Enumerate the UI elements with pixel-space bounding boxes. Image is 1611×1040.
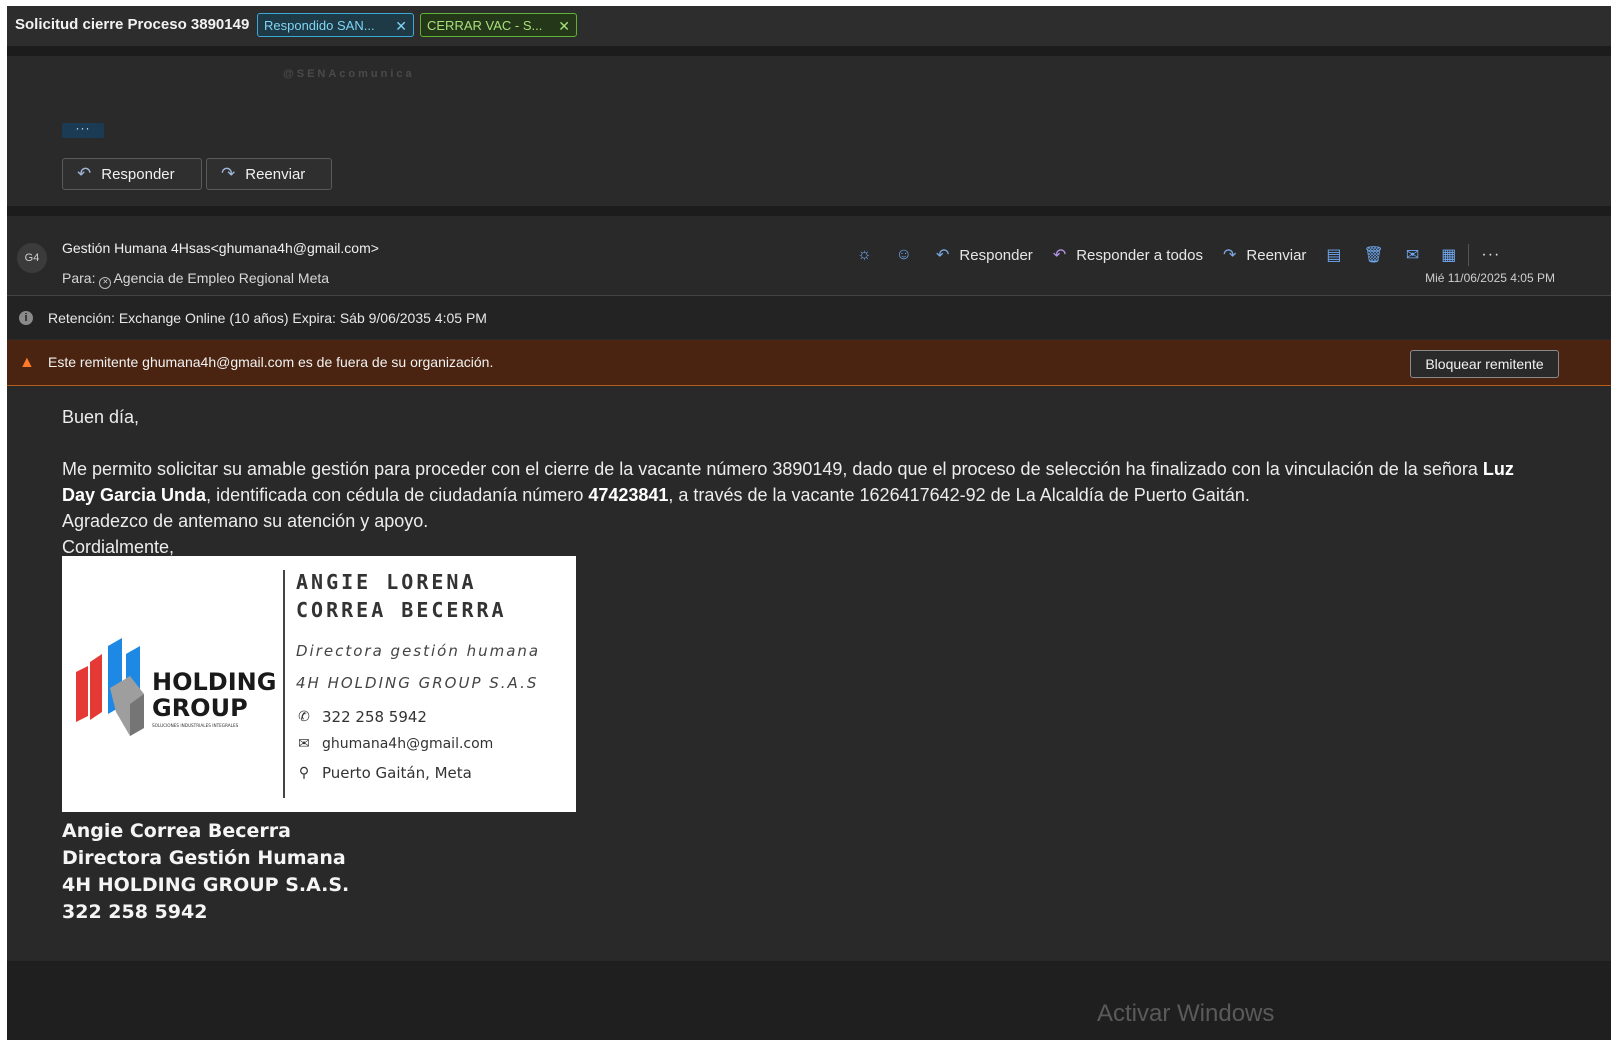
toolbar-reply-button[interactable]: ↶ Responder [936,245,1033,265]
email-subject: Solicitud cierre Proceso 3890149 [15,16,250,33]
email-reading-pane: Solicitud cierre Proceso 3890149 Respond… [7,6,1611,1040]
toolbar-divider [1468,244,1470,266]
message-date: Mié 11/06/2025 4:05 PM [1425,271,1555,285]
reply-button[interactable]: ↶ Responder [62,158,202,190]
svg-text:GROUP: GROUP [152,694,248,722]
block-sender-button[interactable]: Bloquear remitente [1410,350,1559,378]
reply-arrow-icon: ↶ [77,164,92,183]
card-phone-row: ✆ 322 258 5942 [296,708,427,726]
card-divider [283,570,285,798]
footer-area [7,961,1611,1040]
card-name-line: ANGIE LORENA [296,570,477,594]
forward-arrow-icon: ↷ [1222,247,1237,264]
signature-company: 4H HOLDING GROUP S.A.S. [62,874,350,896]
immersive-reader-icon[interactable]: ▤ [1326,245,1341,265]
recipient-name[interactable]: Agencia de Empleo Regional Meta [113,270,329,286]
card-name-line: CORREA BECERRA [296,598,507,622]
envelope-icon: ✉ [298,736,310,752]
mark-unread-icon[interactable]: ✉ [1406,245,1419,265]
category-tag-cerrar[interactable]: CERRAR VAC - S... ✕ [420,13,577,37]
signature-role: Directora Gestión Humana [62,847,346,869]
watermark-text: @SENAcomunica [283,68,415,80]
info-icon: i [19,311,33,325]
close-icon[interactable]: ✕ [395,14,407,38]
warning-icon: ▲ [19,354,35,371]
card-phone: 322 258 5942 [322,708,427,726]
close-icon[interactable]: ✕ [558,14,570,38]
card-location-row: ⚲ Puerto Gaitán, Meta [296,764,472,782]
toolbar-forward-label: Reenviar [1246,246,1307,264]
body-paragraph: Me permito solicitar su amable gestión p… [62,456,1542,560]
brightness-icon[interactable]: ☼ [857,246,872,264]
forward-label: Reenviar [245,165,306,183]
card-location: Puerto Gaitán, Meta [322,764,472,782]
more-actions-button[interactable]: ··· [1481,246,1500,264]
phone-icon: ✆ [298,709,310,725]
body-text-segment: , identificada con cédula de ciudadanía … [206,485,589,505]
svg-text:HOLDING: HOLDING [152,668,276,696]
svg-text:SOLUCIONES INDUSTRIALES INTEGR: SOLUCIONES INDUSTRIALES INTEGRALES [152,723,239,728]
toolbar-forward-button[interactable]: ↷ Reenviar [1223,245,1306,265]
delete-icon[interactable]: 🗑 [1364,245,1384,265]
warning-text: Este remitente ghumana4h@gmail.com es de… [48,354,494,370]
body-closing: Cordialmente, [62,537,175,557]
recipient-icon: ✕ [99,277,112,289]
apps-icon[interactable]: ▦ [1441,245,1456,265]
toolbar-reply-all-label: Responder a todos [1076,246,1203,264]
card-email-row: ✉ ghumana4h@gmail.com [296,736,493,752]
card-role: Directora gestión humana [296,642,541,660]
forward-arrow-icon: ↷ [221,164,236,183]
to-label: Para: [62,270,96,286]
forward-button[interactable]: ↷ Reenviar [206,158,332,190]
location-icon: ⚲ [298,765,310,781]
category-tag-respondido[interactable]: Respondido SAN... ✕ [257,13,414,37]
toolbar-reply-all-button[interactable]: ↶ Responder a todos [1053,245,1203,265]
emoji-icon[interactable]: ☺ [896,246,912,264]
reply-all-arrow-icon: ↶ [1052,247,1067,264]
signature-phone: 322 258 5942 [62,901,208,923]
reply-label: Responder [101,165,175,183]
card-company: 4H HOLDING GROUP S.A.S [296,674,539,692]
body-text-segment: , a través de la vacante 1626417642-92 d… [668,485,1250,505]
divider [7,46,1611,56]
body-greeting: Buen día, [62,407,140,427]
holding-group-logo: HOLDING GROUP SOLUCIONES INDUSTRIALES IN… [76,638,276,736]
signature-name: Angie Correa Becerra [62,820,291,842]
activate-windows-watermark: Activar Windows [1097,1000,1275,1027]
category-tag-label: CERRAR VAC - S... [427,18,543,33]
signature-card-image: HOLDING GROUP SOLUCIONES INDUSTRIALES IN… [62,556,576,812]
card-email: ghumana4h@gmail.com [322,736,494,752]
body-thanks: Agradezco de antemano su atención y apoy… [62,511,429,531]
message-toolbar: ☼ ☺ ↶ Responder ↶ Responder a todos ↷ Re… [857,242,1500,268]
retention-text: Retención: Exchange Online (10 años) Exp… [48,310,487,326]
body-text-segment: Me permito solicitar su amable gestión p… [62,459,1483,479]
sender-name[interactable]: Gestión Humana 4Hsas<ghumana4h@gmail.com… [62,240,379,256]
divider [7,206,1611,216]
reply-arrow-icon: ↶ [936,247,950,264]
recipient-line: Para: ✕ Agencia de Empleo Regional Meta [62,270,329,289]
show-quoted-button[interactable]: ··· [62,122,104,138]
category-tag-label: Respondido SAN... [264,18,375,33]
toolbar-reply-label: Responder [959,246,1033,264]
avatar[interactable]: G4 [17,243,47,273]
id-number: 47423841 [588,485,669,505]
card-name: ANGIE LORENA CORREA BECERRA [296,568,507,624]
